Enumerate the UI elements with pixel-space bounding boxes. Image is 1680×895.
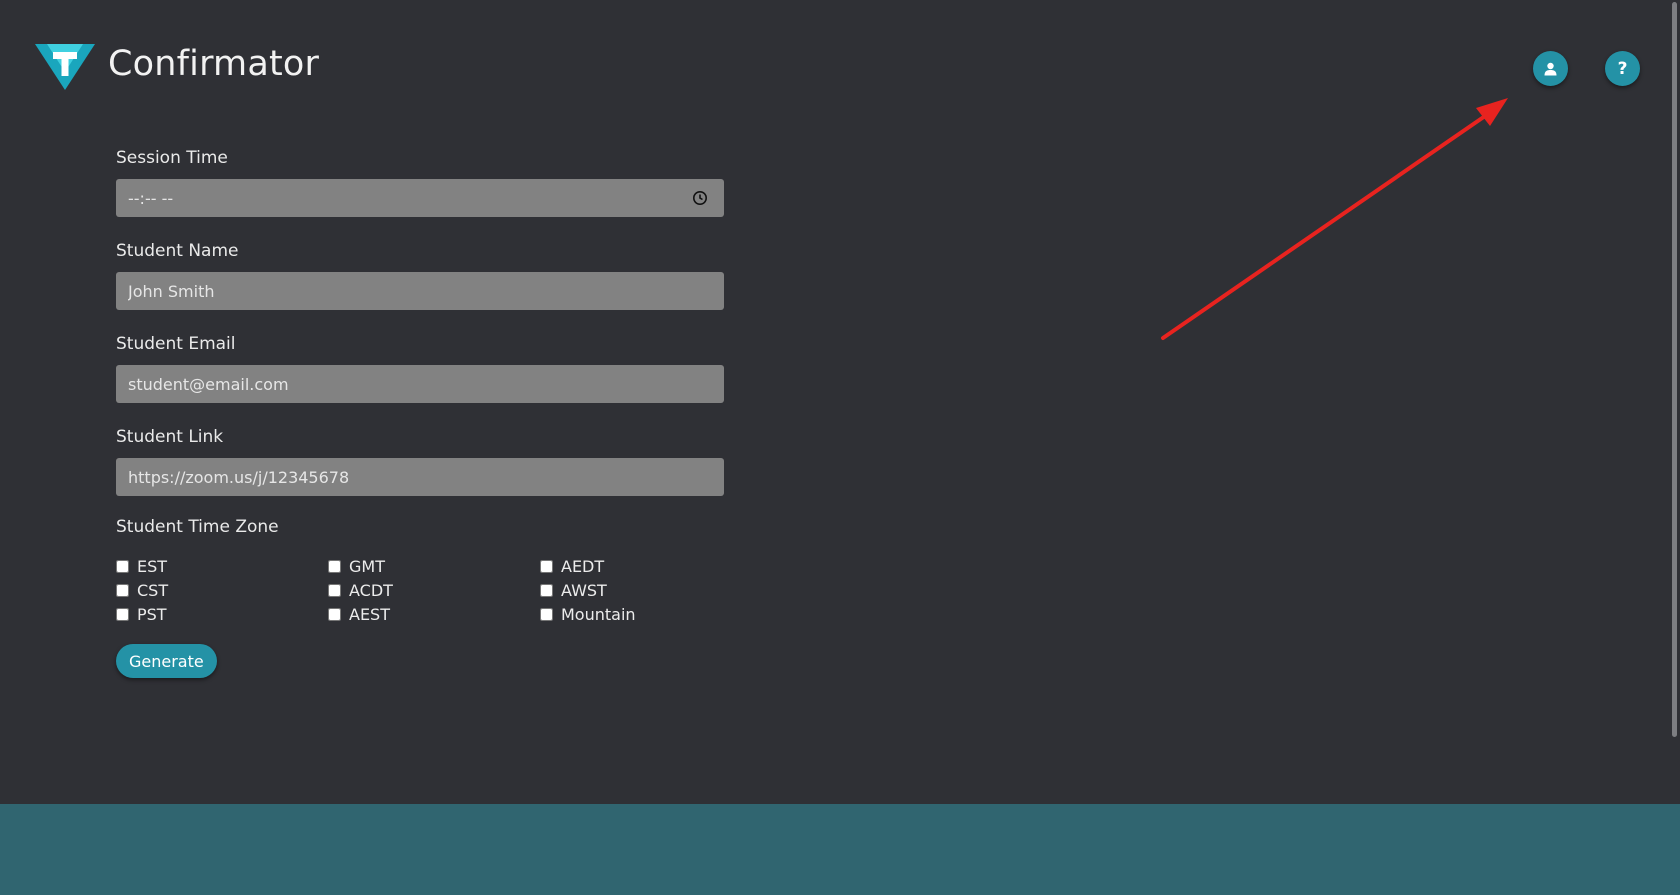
tz-option-awst[interactable]: AWST	[540, 580, 724, 601]
generate-button[interactable]: Generate	[116, 644, 217, 678]
session-time-wrapper	[116, 179, 724, 217]
session-time-input[interactable]	[116, 179, 724, 217]
tz-checkbox-mountain[interactable]	[540, 608, 553, 621]
tz-checkbox-est[interactable]	[116, 560, 129, 573]
student-name-label: Student Name	[116, 241, 239, 261]
app-title: Confirmator	[108, 44, 320, 84]
user-icon	[1544, 62, 1557, 75]
tz-label-acdt: ACDT	[349, 581, 393, 600]
student-email-label: Student Email	[116, 334, 236, 354]
tz-option-est[interactable]: EST	[116, 556, 328, 577]
student-link-input[interactable]	[116, 458, 724, 496]
time-zone-label: Student Time Zone	[116, 517, 279, 537]
tz-checkbox-pst[interactable]	[116, 608, 129, 621]
tz-label-cst: CST	[137, 581, 169, 600]
tz-label-aest: AEST	[349, 605, 390, 624]
shield-t-logo-icon	[35, 44, 95, 90]
tz-option-aedt[interactable]: AEDT	[540, 556, 724, 577]
help-button[interactable]: ?	[1605, 51, 1640, 86]
tz-checkbox-awst[interactable]	[540, 584, 553, 597]
tz-checkbox-acdt[interactable]	[328, 584, 341, 597]
tz-checkbox-aest[interactable]	[328, 608, 341, 621]
tz-label-est: EST	[137, 557, 168, 576]
confirmation-form: Session Time Student Name Student Email …	[116, 148, 724, 678]
footer-band	[0, 804, 1680, 895]
tz-option-pst[interactable]: PST	[116, 604, 328, 625]
student-name-input[interactable]	[116, 272, 724, 310]
tz-label-mountain: Mountain	[561, 605, 636, 624]
tz-label-pst: PST	[137, 605, 167, 624]
tz-checkbox-aedt[interactable]	[540, 560, 553, 573]
time-zone-options: EST GMT AEDT CST ACDT AWST PST AEST Moun…	[116, 556, 724, 625]
tz-option-mountain[interactable]: Mountain	[540, 604, 724, 625]
tz-checkbox-gmt[interactable]	[328, 560, 341, 573]
student-link-label: Student Link	[116, 427, 224, 447]
scrollbar-thumb[interactable]	[1672, 2, 1677, 737]
student-link-wrapper	[116, 458, 724, 496]
student-email-wrapper	[116, 365, 724, 403]
student-name-wrapper	[116, 272, 724, 310]
tz-option-cst[interactable]: CST	[116, 580, 328, 601]
session-time-label: Session Time	[116, 148, 228, 168]
student-email-input[interactable]	[116, 365, 724, 403]
tz-label-awst: AWST	[561, 581, 607, 600]
tz-label-gmt: GMT	[349, 557, 385, 576]
header: Confirmator ?	[0, 0, 1680, 135]
tz-checkbox-cst[interactable]	[116, 584, 129, 597]
tz-option-acdt[interactable]: ACDT	[328, 580, 540, 601]
help-question-icon: ?	[1617, 58, 1628, 79]
tz-option-aest[interactable]: AEST	[328, 604, 540, 625]
tz-label-aedt: AEDT	[561, 557, 605, 576]
clock-icon[interactable]	[692, 190, 708, 206]
tz-option-gmt[interactable]: GMT	[328, 556, 540, 577]
user-account-button[interactable]	[1533, 51, 1568, 86]
